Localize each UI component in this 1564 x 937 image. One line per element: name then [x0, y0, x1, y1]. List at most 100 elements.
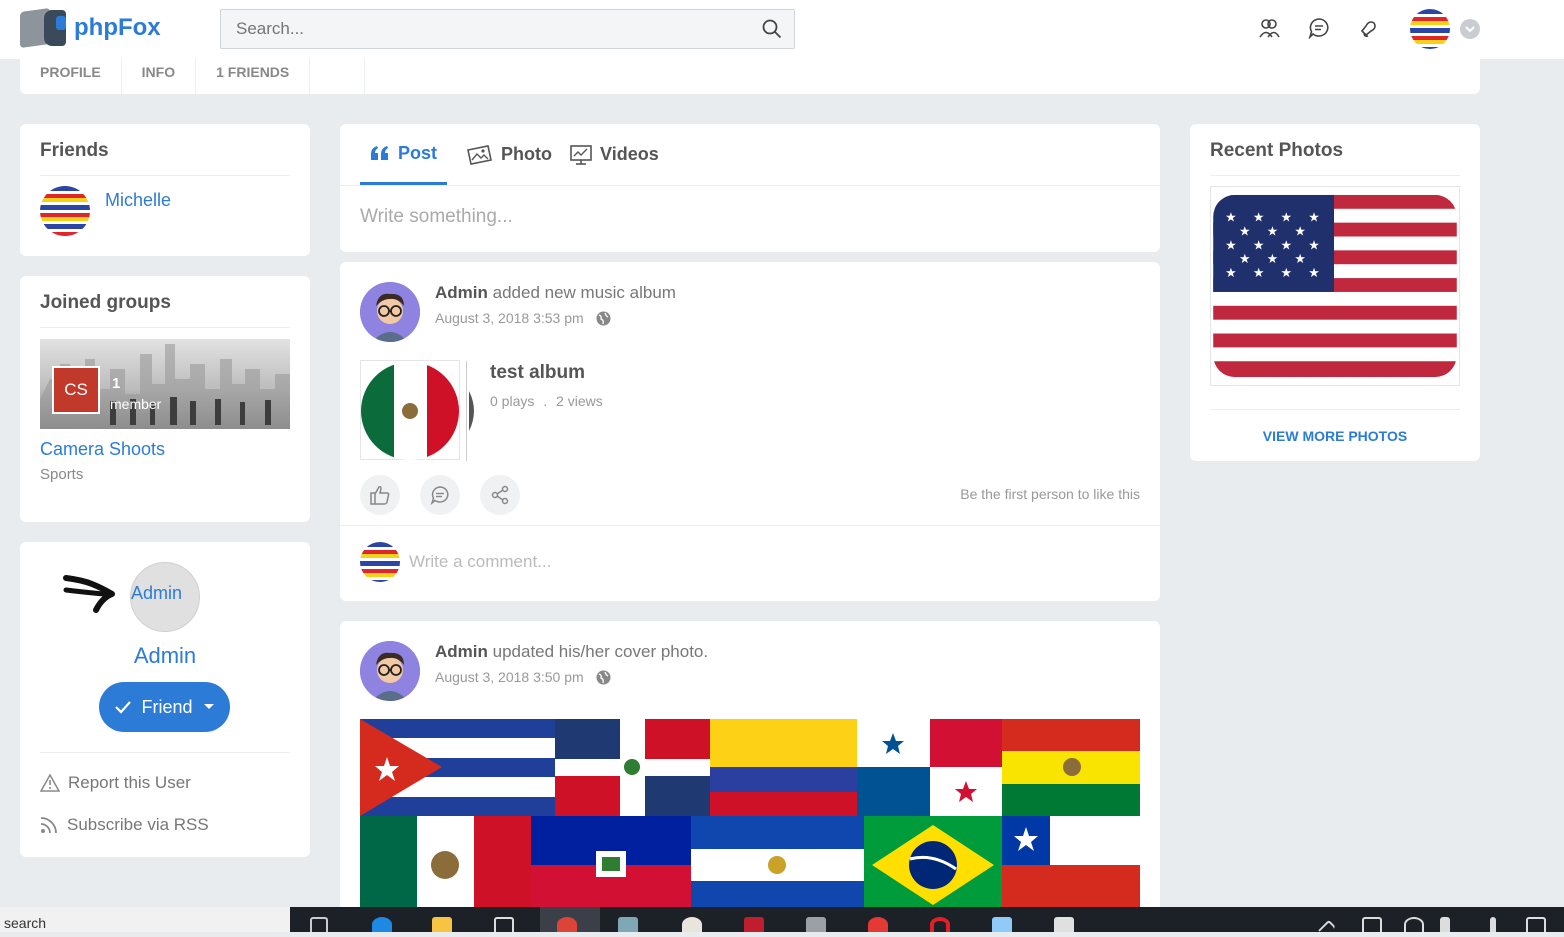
tab-empty: [310, 58, 366, 94]
notification-center-icon[interactable]: [1526, 917, 1546, 932]
feed-date-row: August 3, 2018 3:53 pm: [435, 310, 611, 326]
recent-photos-card: Recent Photos ★ ★ ★ ★ ★ ★ ★ ★ ★ ★ ★ ★ ★ ★ ★ ★ ★ ★ VIE…: [1190, 124, 1480, 461]
tab-photo[interactable]: Photo: [465, 124, 552, 185]
svg-text:★: ★: [1225, 238, 1237, 253]
show-hidden-icons-icon[interactable]: [1318, 919, 1336, 937]
task-view-icon[interactable]: [310, 917, 328, 932]
album-cover[interactable]: [360, 360, 474, 461]
app-icon[interactable]: [806, 917, 826, 932]
search-input[interactable]: [221, 10, 741, 48]
svg-text:★: ★: [1267, 252, 1279, 267]
album-title-link[interactable]: test album: [490, 362, 585, 384]
friends-card: Friends Michelle: [20, 124, 310, 256]
check-icon: [115, 701, 132, 714]
svg-text:★: ★: [1253, 211, 1265, 226]
feed-timestamp[interactable]: August 3, 2018 3:50 pm: [435, 669, 584, 685]
app-icon[interactable]: [992, 917, 1012, 932]
globe-icon: [596, 311, 611, 325]
subscribe-rss-link[interactable]: Subscribe via RSS: [40, 815, 209, 835]
like-button[interactable]: [360, 475, 400, 515]
search-box[interactable]: [220, 9, 795, 49]
feed-headline: Admin added new music album: [435, 283, 676, 303]
store-icon[interactable]: [494, 917, 514, 932]
tab-info[interactable]: INFO: [122, 58, 197, 94]
tab-post-label: Post: [398, 142, 438, 163]
tab-videos-label: Videos: [600, 144, 659, 164]
chrome-icon[interactable]: [557, 917, 577, 932]
svg-text:★: ★: [1253, 238, 1265, 253]
top-icons: [1258, 17, 1380, 40]
friend-button-label: Friend: [141, 696, 193, 717]
author-avatar[interactable]: [360, 641, 420, 701]
groups-title: Joined groups: [40, 292, 171, 313]
group-cover-image[interactable]: CS 1 member: [40, 339, 290, 429]
rss-icon: [40, 817, 57, 834]
file-explorer-icon[interactable]: [432, 917, 452, 932]
svg-text:★: ★: [1239, 225, 1251, 240]
group-name-link[interactable]: Camera Shoots: [40, 439, 165, 460]
app-icon[interactable]: [618, 917, 638, 932]
notifications-bell-icon[interactable]: [1358, 17, 1380, 39]
tab-videos[interactable]: Videos: [570, 124, 659, 185]
friend-name-link[interactable]: Michelle: [105, 190, 171, 211]
comment-input[interactable]: Write a comment...: [409, 552, 551, 572]
user-avatar[interactable]: [1410, 9, 1450, 49]
messages-icon[interactable]: [1308, 17, 1330, 40]
tab-friends[interactable]: 1 FRIENDS: [196, 58, 311, 94]
feed-item-music-album: Admin added new music album August 3, 20…: [340, 262, 1160, 601]
pen-icon[interactable]: [1490, 917, 1496, 932]
view-more-photos-link[interactable]: VIEW MORE PHOTOS: [1190, 428, 1480, 444]
thumbs-up-icon: [370, 486, 390, 505]
svg-text:★: ★: [1281, 238, 1293, 253]
search-icon[interactable]: [762, 19, 782, 44]
taskbar-search-text: search: [4, 915, 47, 931]
author-avatar[interactable]: [360, 282, 420, 342]
site-logo[interactable]: phpFox: [20, 7, 161, 49]
album-stats-separator: .: [543, 393, 548, 409]
svg-text:★: ★: [1294, 252, 1306, 267]
feed-headline: Admin updated his/her cover photo.: [435, 642, 708, 662]
group-category: Sports: [40, 466, 84, 483]
author-name-link[interactable]: Admin: [435, 642, 488, 661]
friend-avatar[interactable]: [40, 186, 90, 236]
profile-tabs: PROFILE INFO 1 FRIENDS: [20, 58, 1480, 94]
friend-requests-icon[interactable]: [1258, 17, 1280, 39]
opera-icon[interactable]: [930, 917, 950, 932]
profile-avatar-alt: Admin: [131, 583, 183, 603]
profile-card: Admin Admin Friend Report this User Subs…: [20, 542, 310, 857]
wifi-icon[interactable]: [1404, 917, 1424, 932]
status-input[interactable]: Write something...: [360, 206, 513, 228]
cover-photo-flags-image[interactable]: [360, 719, 1140, 914]
report-user-label: Report this User: [68, 773, 191, 792]
recent-photo-usa-flag[interactable]: ★ ★ ★ ★ ★ ★ ★ ★ ★ ★ ★ ★ ★ ★ ★ ★ ★ ★: [1210, 186, 1460, 386]
video-icon: [570, 144, 592, 165]
comment-button[interactable]: [420, 475, 460, 515]
mail-icon[interactable]: [1054, 917, 1074, 932]
group-member-count: 1: [112, 375, 121, 392]
feed-timestamp[interactable]: August 3, 2018 3:53 pm: [435, 310, 584, 326]
filezilla-icon[interactable]: [744, 917, 764, 932]
paint-icon[interactable]: [682, 917, 702, 932]
report-user-link[interactable]: Report this User: [40, 773, 191, 793]
svg-text:★: ★: [1294, 225, 1306, 240]
account-menu-chevron-icon[interactable]: [1460, 19, 1480, 39]
app-icon[interactable]: [868, 917, 888, 932]
battery-icon[interactable]: [1362, 917, 1382, 932]
taskbar-search[interactable]: search: [0, 907, 290, 932]
tab-post[interactable]: Post: [360, 124, 448, 185]
logo-text: phpFox: [74, 14, 161, 41]
top-navigation-bar: phpFox: [0, 0, 1564, 59]
edge-browser-icon[interactable]: [372, 917, 392, 932]
album-stats: 0 plays . 2 views: [490, 393, 603, 409]
profile-avatar[interactable]: Admin: [130, 562, 200, 632]
warning-icon: [40, 774, 60, 792]
svg-text:★: ★: [1239, 252, 1251, 267]
group-initials-badge: CS: [52, 366, 100, 414]
friend-button[interactable]: Friend: [99, 682, 230, 732]
author-name-link[interactable]: Admin: [435, 283, 488, 302]
share-button[interactable]: [480, 475, 520, 515]
volume-icon[interactable]: [1440, 917, 1450, 932]
tab-profile[interactable]: PROFILE: [20, 58, 122, 94]
profile-name[interactable]: Admin: [20, 643, 310, 669]
svg-text:★: ★: [1281, 211, 1293, 226]
